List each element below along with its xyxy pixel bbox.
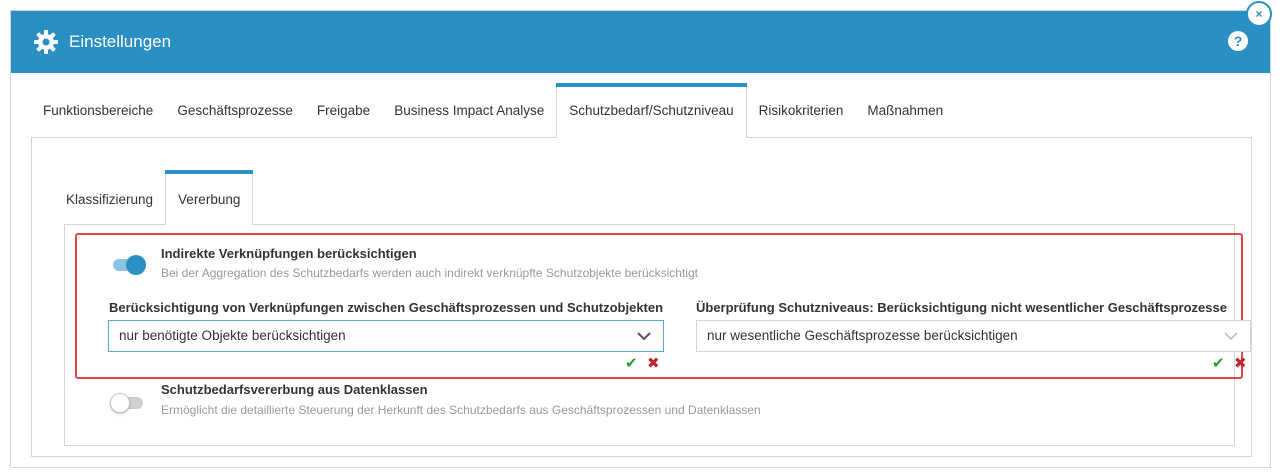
vererbung-panel: Indirekte Verknüpfungen berücksichtigen … (64, 224, 1251, 446)
tab-funktionsbereiche[interactable]: Funktionsbereiche (31, 83, 165, 137)
sub-tabs: Klassifizierung Vererbung (54, 170, 254, 225)
tab-massnahmen[interactable]: Maßnahmen (855, 83, 955, 137)
close-button[interactable]: × (1246, 1, 1272, 27)
links-field-label: Berücksichtigung von Verknüpfungen zwisc… (109, 300, 664, 315)
links-select[interactable]: nur benötigte Objekte berücksichtigen (108, 320, 664, 352)
tab-freigabe[interactable]: Freigabe (305, 83, 382, 137)
tab-risikokriterien[interactable]: Risikokriterien (747, 83, 856, 137)
tab-content-panel: Klassifizierung Vererbung Indirekte Verk… (31, 137, 1252, 457)
toggle-knob (110, 393, 130, 413)
dataclass-description: Ermöglicht die detaillierte Steuerung de… (161, 403, 761, 417)
links-select-value: nur benötigte Objekte berücksichtigen (119, 328, 346, 343)
chevron-down-icon (637, 321, 651, 341)
dialog-title: Einstellungen (69, 32, 172, 51)
links-confirm-icon[interactable]: ✔ (625, 356, 638, 372)
gear-icon (33, 29, 59, 55)
subtab-klassifizierung[interactable]: Klassifizierung (54, 170, 165, 224)
tab-business-impact-analyse[interactable]: Business Impact Analyse (382, 83, 556, 137)
subtab-vererbung[interactable]: Vererbung (165, 170, 254, 225)
chevron-down-icon (1224, 321, 1238, 341)
toggle-knob (126, 255, 146, 275)
check-confirm-icon[interactable]: ✔ (1212, 356, 1225, 372)
indirect-links-toggle[interactable] (113, 255, 146, 275)
dataclass-label: Schutzbedarfsvererbung aus Datenklassen (161, 382, 428, 397)
main-tabs: Funktionsbereiche Geschäftsprozesse Frei… (31, 83, 955, 138)
indirect-links-label: Indirekte Verknüpfungen berücksichtigen (161, 246, 417, 261)
links-cancel-icon[interactable]: ✖ (647, 356, 660, 372)
help-button[interactable]: ? (1228, 31, 1248, 51)
check-cancel-icon[interactable]: ✖ (1234, 356, 1247, 372)
tab-schutzbedarf-schutzniveau[interactable]: Schutzbedarf/Schutzniveau (556, 83, 747, 138)
check-select[interactable]: nur wesentliche Geschäftsprozesse berück… (696, 320, 1251, 352)
check-field-label: Überprüfung Schutzniveaus: Berücksichtig… (696, 300, 1227, 315)
settings-dialog: Einstellungen ? × Funktionsbereiche Gesc… (10, 1, 1272, 468)
dataclass-toggle[interactable] (110, 393, 143, 413)
indirect-links-description: Bei der Aggregation des Schutzbedarfs we… (161, 266, 698, 280)
check-select-value: nur wesentliche Geschäftsprozesse berück… (707, 328, 1018, 343)
tab-geschaeftsprozesse[interactable]: Geschäftsprozesse (165, 83, 305, 137)
dialog-titlebar: Einstellungen ? × (11, 1, 1272, 73)
